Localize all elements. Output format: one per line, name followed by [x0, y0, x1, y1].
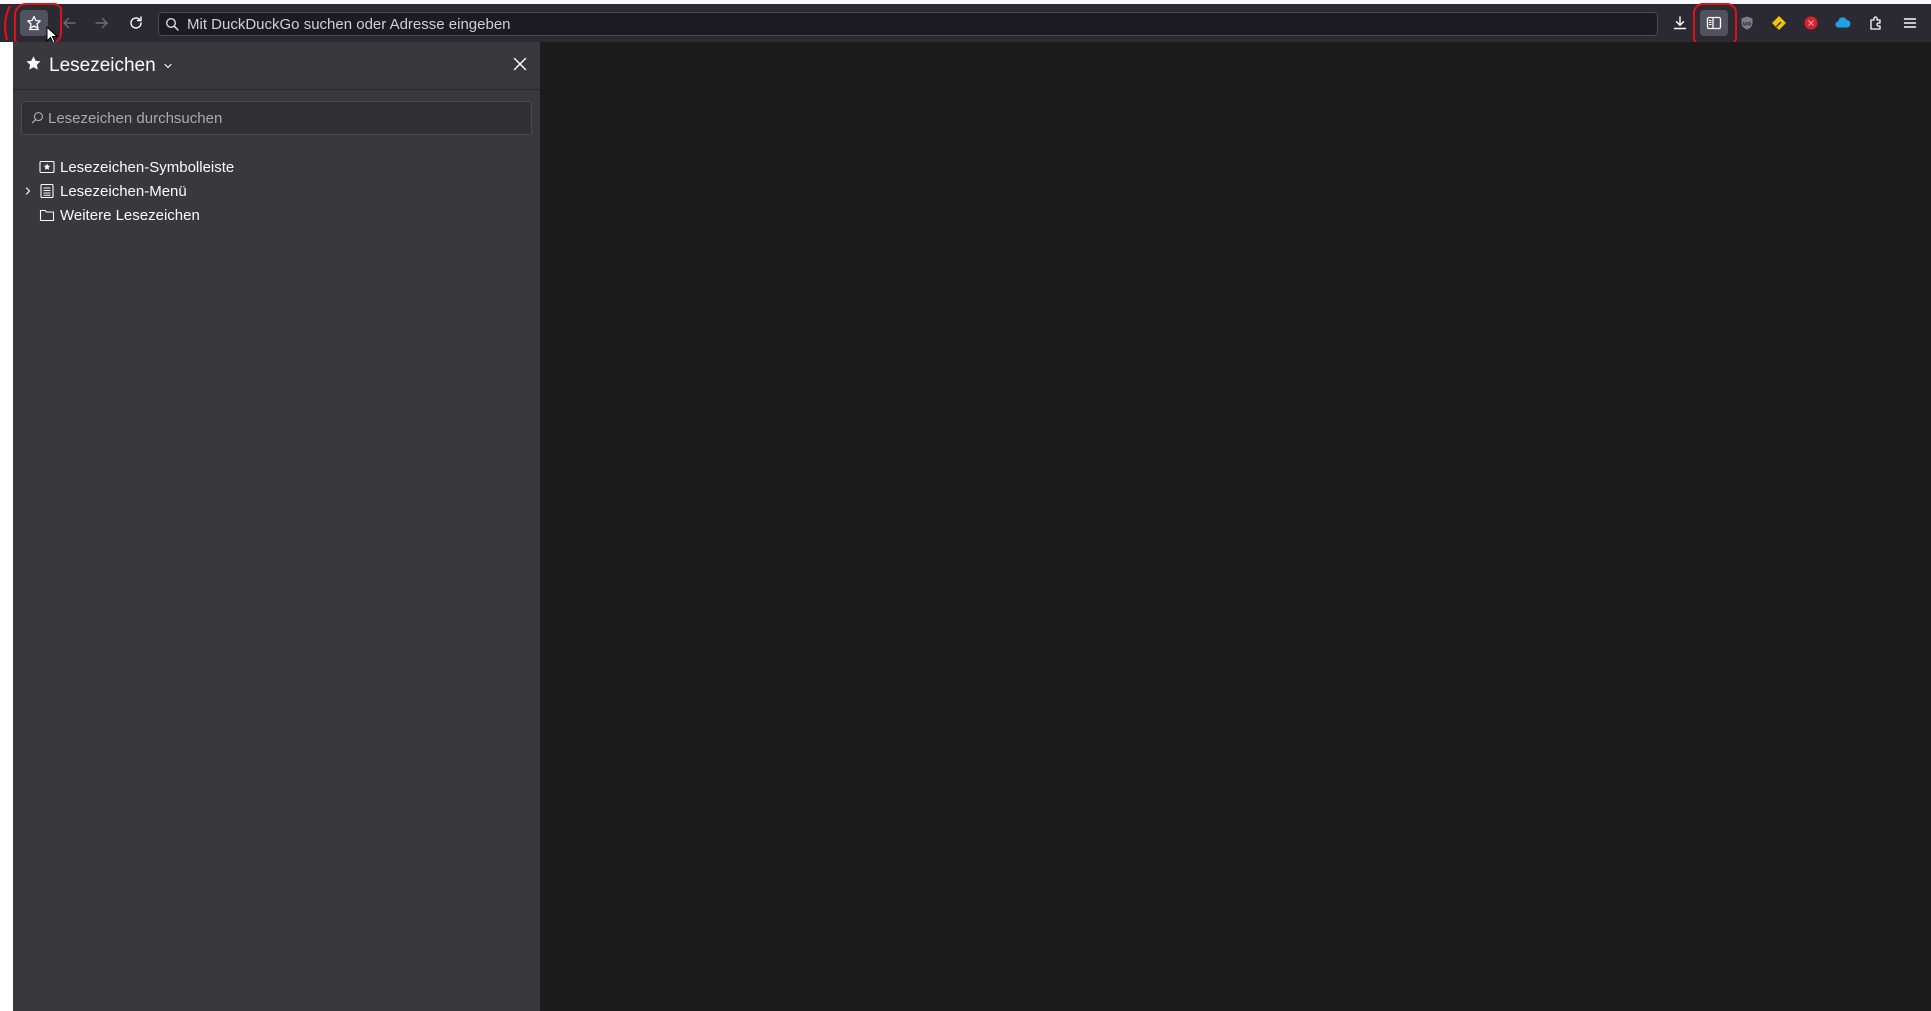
chevron-down-icon	[163, 55, 173, 77]
url-input[interactable]	[187, 13, 1647, 35]
bookmarks-sidebar: Lesezeichen Lesezeichen-Symbollei	[13, 42, 540, 1011]
pencil-extension-button[interactable]	[1765, 10, 1793, 36]
svg-text:uo: uo	[1743, 21, 1751, 28]
tree-item-other-bookmarks[interactable]: Weitere Lesezeichen	[13, 203, 540, 227]
hamburger-menu-icon	[1902, 15, 1918, 31]
extensions-button[interactable]	[1862, 10, 1890, 36]
sidebar-switcher[interactable]: Lesezeichen	[25, 54, 173, 78]
search-icon	[31, 111, 44, 129]
app-menu-button[interactable]	[1896, 10, 1924, 36]
red-circle-extension-icon	[1803, 15, 1819, 31]
close-icon	[513, 57, 527, 76]
cloud-extension-button[interactable]	[1829, 10, 1857, 36]
ublock-origin-icon: uo	[1739, 15, 1755, 31]
navigation-toolbar: uo	[0, 3, 1931, 47]
bookmarks-search-box[interactable]	[21, 101, 532, 135]
forward-button[interactable]	[88, 10, 116, 36]
back-arrow-icon	[61, 15, 77, 31]
puzzle-extensions-icon	[1868, 15, 1884, 31]
window-left-edge	[0, 42, 13, 1011]
forward-arrow-icon	[94, 15, 110, 31]
browser-window: uo	[0, 0, 1931, 1011]
tree-item-bookmarks-toolbar[interactable]: Lesezeichen-Symbolleiste	[13, 155, 540, 179]
tree-item-label: Lesezeichen-Symbolleiste	[60, 158, 235, 176]
url-bar[interactable]	[158, 12, 1658, 36]
bookmarks-search-input[interactable]	[48, 102, 518, 134]
red-extension-button[interactable]	[1797, 10, 1825, 36]
downloads-button[interactable]	[1666, 10, 1694, 36]
sidebar-close-button[interactable]	[508, 54, 532, 78]
sidebar-title: Lesezeichen	[49, 55, 156, 76]
cloud-extension-icon	[1834, 15, 1852, 31]
reload-button[interactable]	[122, 10, 150, 36]
folder-icon	[39, 207, 55, 223]
star-icon	[25, 55, 42, 78]
page-content-area	[545, 42, 1931, 1011]
tree-item-bookmarks-menu[interactable]: Lesezeichen-Menü	[13, 179, 540, 203]
chevron-right-icon[interactable]	[21, 186, 35, 196]
tree-item-label: Lesezeichen-Menü	[60, 182, 187, 200]
tree-item-label: Weitere Lesezeichen	[60, 206, 200, 224]
sidebar-toggle-icon	[1706, 15, 1722, 31]
download-icon	[1672, 15, 1688, 31]
ublock-extension-button[interactable]: uo	[1733, 10, 1761, 36]
back-button[interactable]	[55, 10, 83, 36]
search-icon	[165, 17, 179, 36]
pencil-extension-icon	[1771, 15, 1787, 31]
bookmarks-toolbar-icon	[39, 159, 55, 175]
reload-icon	[128, 15, 144, 31]
bookmarks-menu-icon	[39, 183, 55, 199]
sidebar-toggle-button[interactable]	[1700, 10, 1728, 36]
sidebar-header: Lesezeichen	[13, 42, 540, 90]
